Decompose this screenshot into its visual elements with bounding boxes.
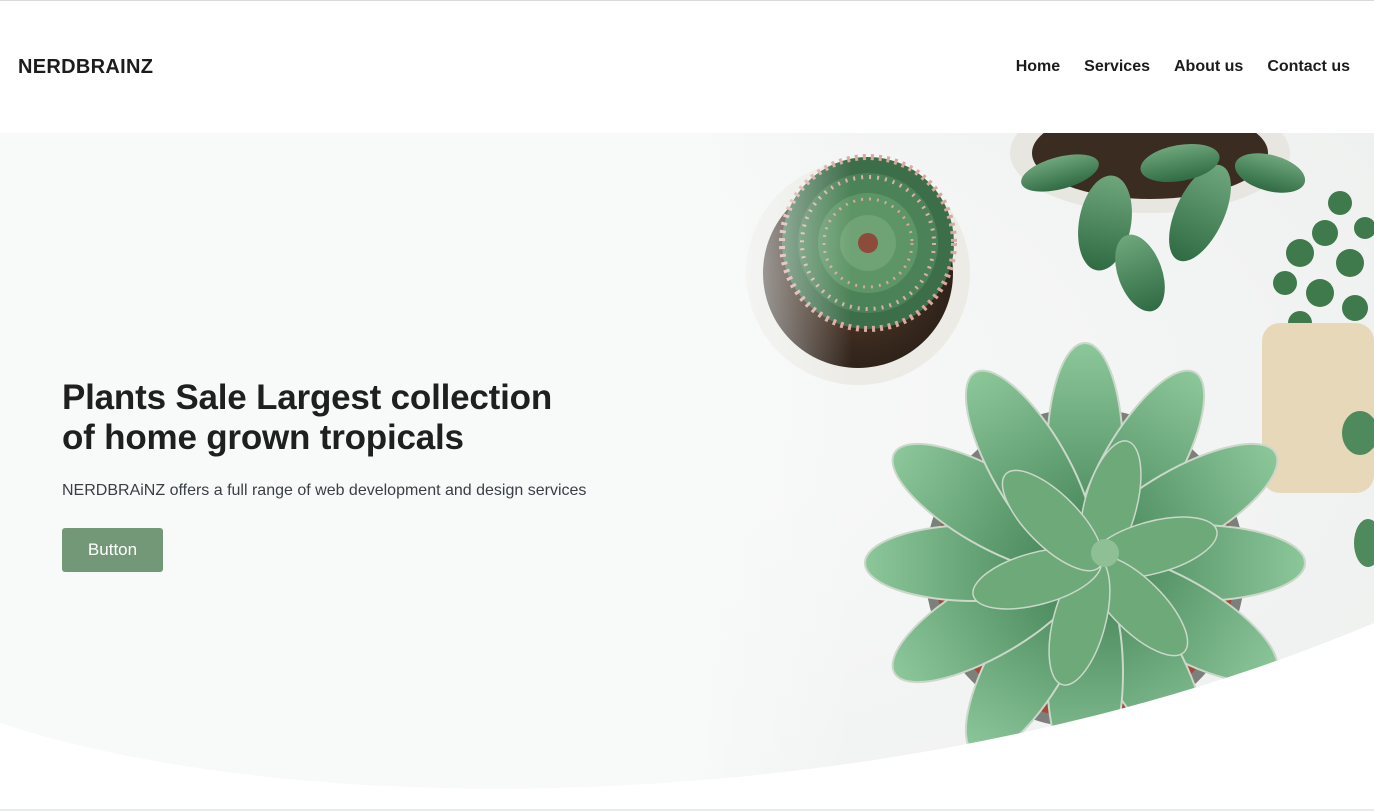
- hero-section: Plants Sale Largest collection of home g…: [0, 133, 1374, 809]
- site-header: NERDBRAINZ Home Services About us Contac…: [0, 1, 1374, 133]
- nav-item-contact-us[interactable]: Contact us: [1267, 58, 1350, 76]
- brand-logo[interactable]: NERDBRAINZ: [18, 56, 153, 79]
- hero-title: Plants Sale Largest collection of home g…: [62, 378, 552, 457]
- main-nav: Home Services About us Contact us: [1016, 58, 1350, 76]
- nav-item-home[interactable]: Home: [1016, 58, 1060, 76]
- hero-subtitle: NERDBRAiNZ offers a full range of web de…: [62, 482, 587, 499]
- nav-item-about-us[interactable]: About us: [1174, 58, 1243, 76]
- page: NERDBRAINZ Home Services About us Contac…: [0, 0, 1374, 811]
- hero-content: Plants Sale Largest collection of home g…: [62, 378, 702, 572]
- nav-item-services[interactable]: Services: [1084, 58, 1150, 76]
- hero-cta-button[interactable]: Button: [62, 528, 163, 572]
